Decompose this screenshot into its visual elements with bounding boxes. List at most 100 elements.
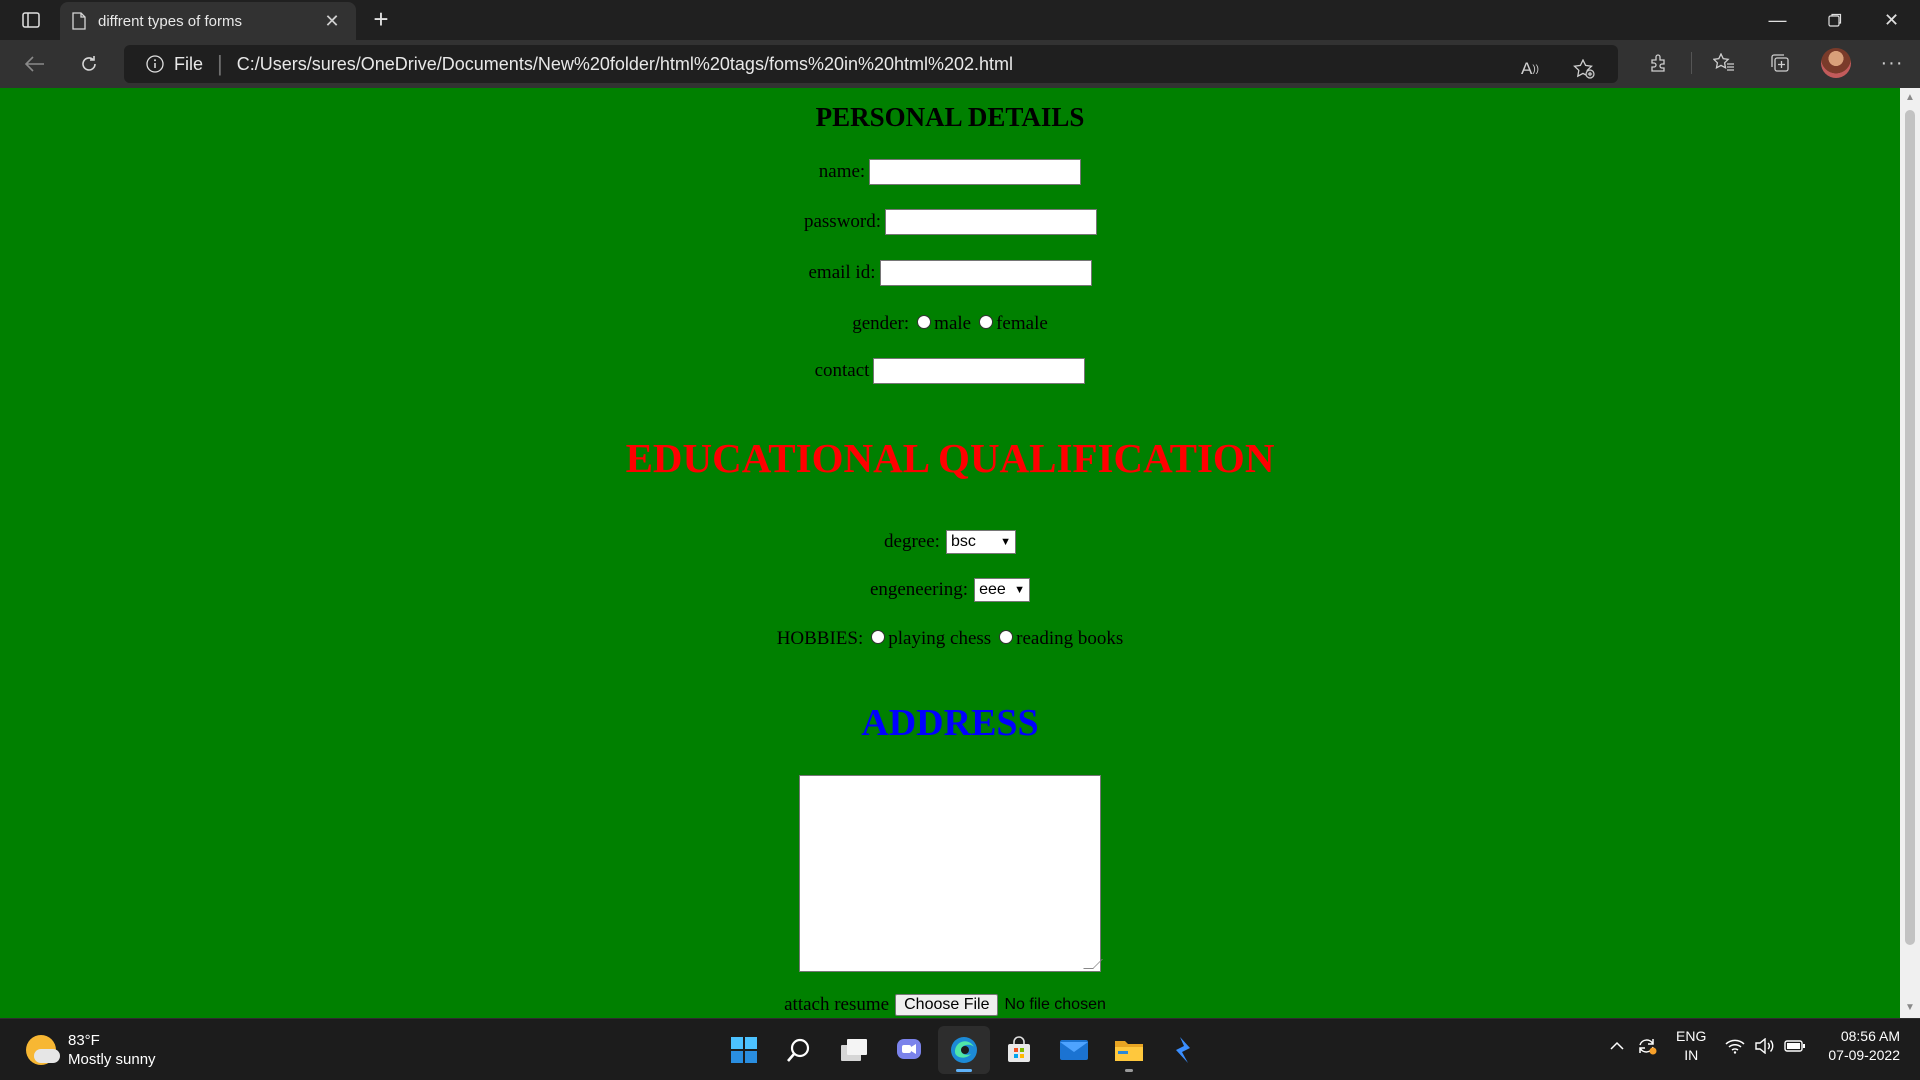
back-arrow-icon[interactable] [18, 48, 52, 80]
browser-toolbar: File | C:/Users/sures/OneDrive/Documents… [0, 40, 1920, 88]
scroll-up-icon[interactable]: ▲ [1900, 90, 1920, 106]
more-options-icon[interactable]: ··· [1864, 45, 1920, 81]
weather-widget[interactable]: 83°F Mostly sunny [26, 1031, 156, 1069]
refresh-icon[interactable] [72, 48, 106, 80]
file-status: No file chosen [1004, 996, 1106, 1013]
region-code: IN [1684, 1047, 1699, 1063]
windows-taskbar: 83°F Mostly sunny ENG IN 08:56 AM 07-09-… [0, 1018, 1920, 1080]
new-tab-button[interactable]: + [366, 6, 396, 34]
playing-chess-label: playing chess [888, 628, 992, 649]
chat-icon [897, 1039, 921, 1059]
resume-label: attach resume [784, 994, 890, 1015]
task-view-icon [841, 1039, 867, 1061]
clock-time: 08:56 AM [1840, 1028, 1900, 1044]
scroll-down-icon[interactable]: ▼ [1900, 1000, 1920, 1016]
email-row: email id: [0, 259, 1900, 287]
file-explorer-button[interactable] [1103, 1026, 1155, 1074]
edge-browser-button[interactable] [938, 1026, 990, 1074]
scrollbar-thumb[interactable] [1905, 110, 1915, 945]
sync-icon[interactable] [1632, 1031, 1662, 1061]
playing-chess-radio[interactable] [871, 630, 886, 644]
engineering-row: engeneering: eee ▼ [0, 577, 1900, 603]
extensions-icon[interactable] [1631, 45, 1687, 81]
battery-icon[interactable] [1780, 1031, 1810, 1061]
contact-label: contact [814, 360, 870, 381]
address-textarea[interactable] [799, 775, 1103, 972]
mail-button[interactable] [1048, 1026, 1100, 1074]
choose-file-button[interactable]: Choose File [895, 994, 999, 1016]
female-radio[interactable] [979, 315, 994, 329]
vertical-scrollbar[interactable]: ▲ ▼ [1900, 88, 1920, 1018]
password-row: password: [0, 208, 1900, 236]
degree-label: degree: [884, 531, 940, 552]
restore-icon[interactable] [1806, 0, 1863, 40]
favorites-icon[interactable] [1696, 45, 1752, 81]
password-label: password: [803, 211, 882, 232]
educational-qualification-heading: EDUCATIONAL QUALIFICATION [625, 435, 1275, 481]
microsoft-store-button[interactable] [993, 1026, 1045, 1074]
system-clock[interactable]: 08:56 AM 07-09-2022 [1828, 1027, 1900, 1065]
power-automate-button[interactable] [1158, 1026, 1210, 1074]
name-row: name: [0, 158, 1900, 186]
email-input[interactable] [879, 260, 1092, 286]
url-separator: | [217, 51, 223, 76]
male-label: male [934, 313, 972, 334]
tab-actions-icon [22, 12, 40, 28]
toolbar-divider [1691, 52, 1692, 74]
resume-row: attach resume Choose File No file chosen [0, 992, 1900, 1018]
close-tab-icon[interactable]: ✕ [320, 11, 344, 32]
start-button[interactable] [718, 1026, 770, 1074]
page-icon [72, 12, 86, 30]
name-label: name: [818, 161, 866, 182]
degree-select[interactable]: bsc ▼ [945, 530, 1016, 554]
minimize-icon[interactable]: — [1749, 0, 1806, 40]
search-button[interactable] [773, 1026, 825, 1074]
info-icon[interactable] [146, 55, 164, 73]
toolbar-actions: ··· [1631, 45, 1920, 81]
reading-books-radio[interactable] [999, 630, 1014, 644]
task-view-button[interactable] [828, 1026, 880, 1074]
profile-avatar[interactable] [1808, 45, 1864, 81]
female-label: female [996, 313, 1048, 334]
male-radio[interactable] [917, 315, 932, 329]
engineering-label: engeneering: [869, 579, 969, 600]
url-scheme: File [174, 53, 204, 74]
browser-title-bar: diffrent types of forms ✕ + — ✕ [0, 0, 1920, 40]
collections-icon[interactable] [1752, 45, 1808, 81]
tab-title: diffrent types of forms [98, 12, 242, 30]
url-text[interactable]: C:/Users/sures/OneDrive/Documents/New%20… [237, 54, 1013, 75]
teams-chat-button[interactable] [883, 1026, 935, 1074]
search-icon [787, 1038, 810, 1062]
chevron-down-icon: ▼ [1000, 536, 1011, 548]
address-heading: ADDRESS [861, 702, 1039, 744]
resize-grip-icon[interactable] [1083, 959, 1103, 969]
read-aloud-icon[interactable]: A)) [1510, 51, 1550, 87]
window-controls: — ✕ [1749, 0, 1920, 40]
password-input[interactable] [885, 209, 1098, 235]
personal-details-heading: PERSONAL DETAILS [815, 102, 1085, 132]
edge-icon [951, 1037, 977, 1063]
system-tray: ENG IN 08:56 AM 07-09-2022 [1602, 1027, 1908, 1065]
omnibox-actions: A)) [1510, 51, 1604, 87]
degree-row: degree: bsc ▼ [0, 529, 1900, 555]
chevron-up-icon[interactable] [1602, 1031, 1632, 1061]
gender-row: gender: male female [0, 310, 1900, 338]
contact-row: contact [0, 357, 1900, 385]
contact-input[interactable] [873, 358, 1086, 384]
partly-sunny-icon [26, 1035, 60, 1065]
hobbies-row: HOBBIES: playing chess reading books [0, 625, 1900, 653]
email-label: email id: [808, 262, 876, 283]
engineering-select[interactable]: eee ▼ [974, 578, 1031, 602]
volume-icon[interactable] [1750, 1031, 1780, 1061]
address-bar[interactable]: File | C:/Users/sures/OneDrive/Documents… [124, 45, 1618, 83]
wifi-icon[interactable] [1720, 1031, 1750, 1061]
clock-date: 07-09-2022 [1828, 1047, 1900, 1063]
language-indicator[interactable]: ENG IN [1676, 1027, 1706, 1065]
close-window-icon[interactable]: ✕ [1863, 0, 1920, 40]
tab-actions-button[interactable] [12, 6, 50, 34]
browser-tab[interactable]: diffrent types of forms ✕ [60, 2, 356, 40]
name-input[interactable] [869, 159, 1082, 185]
weather-text: 83°F Mostly sunny [68, 1031, 156, 1069]
add-favorite-icon[interactable] [1564, 51, 1604, 87]
avatar [1821, 48, 1851, 78]
